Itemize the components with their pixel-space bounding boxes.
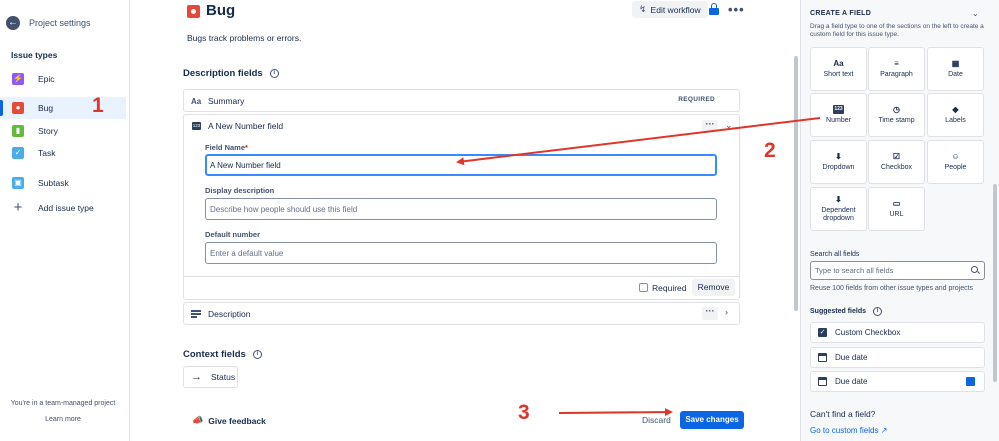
annotation-arrow-2 [456,117,821,166]
annotation-arrows [456,117,821,417]
annotation-arrow-3 [558,408,673,417]
